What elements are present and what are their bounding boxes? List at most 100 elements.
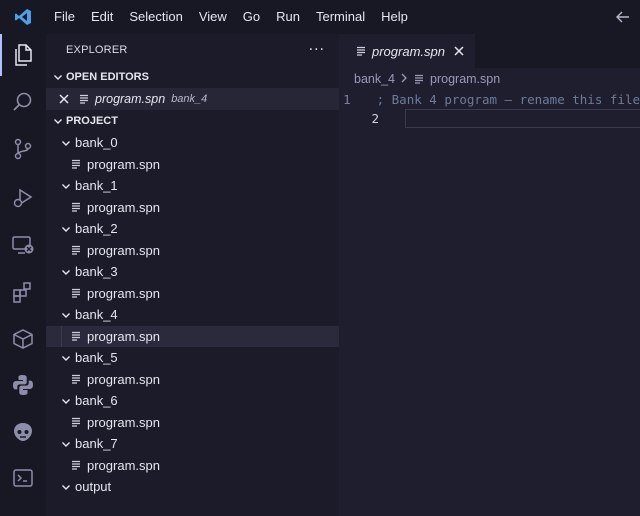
file-lines-icon [355,45,367,57]
folder-label: bank_3 [75,264,118,280]
more-actions-icon[interactable]: ··· [309,42,325,58]
file-bank-1-program[interactable]: program.spn [46,197,339,219]
file-lines-icon [70,158,82,170]
activity-bar [0,34,46,516]
breadcrumb-file[interactable]: program.spn [430,72,500,86]
code-text: ; Bank 4 program – rename this file [376,92,640,107]
chevron-down-icon [58,135,74,151]
menu-terminal[interactable]: Terminal [308,0,373,34]
chevron-down-icon [58,221,74,237]
chevron-down-icon [58,307,74,323]
folder-bank-0[interactable]: bank_0 [46,132,339,154]
menu-view[interactable]: View [191,0,235,34]
folder-label: bank_7 [75,436,118,452]
chevron-down-icon [58,264,74,280]
file-label: program.spn [87,457,160,473]
code-editor[interactable]: 1 ; Bank 4 program – rename this file 2 [339,90,640,128]
folder-output[interactable]: output [46,476,339,498]
menu-edit[interactable]: Edit [83,0,121,34]
chevron-down-icon [50,113,66,129]
project-label: PROJECT [66,115,118,127]
tab-strip: program.spn [339,34,640,68]
search-icon[interactable] [9,88,37,116]
line-number: 2 [371,111,379,126]
folder-bank-1[interactable]: bank_1 [46,175,339,197]
current-line-highlight [405,109,640,128]
file-label: program.spn [87,156,160,172]
file-lines-icon [413,73,425,85]
active-indicator [0,34,2,76]
remote-explorer-icon[interactable] [9,231,37,259]
folder-label: bank_1 [75,178,118,194]
menu-file[interactable]: File [46,0,83,34]
folder-bank-2[interactable]: bank_2 [46,218,339,240]
folder-bank-5[interactable]: bank_5 [46,347,339,369]
folder-label: bank_2 [75,221,118,237]
file-label: program.spn [87,371,160,387]
chevron-down-icon [58,178,74,194]
terminal-icon[interactable] [9,464,37,492]
folder-bank-6[interactable]: bank_6 [46,390,339,412]
platformio-alien-icon[interactable] [9,418,37,446]
file-bank-6-program[interactable]: program.spn [46,412,339,434]
menu-help[interactable]: Help [373,0,416,34]
chevron-down-icon [58,479,74,495]
file-lines-icon [70,416,82,428]
file-bank-0-program[interactable]: program.spn [46,154,339,176]
code-line[interactable]: 1 ; Bank 4 program – rename this file [339,90,640,109]
file-label: program.spn [87,414,160,430]
menu-run[interactable]: Run [268,0,308,34]
file-lines-icon [70,201,82,213]
run-debug-icon[interactable] [9,184,37,212]
file-label: program.spn [87,285,160,301]
file-label: program.spn [87,199,160,215]
explorer-header: EXPLORER ··· [46,34,339,66]
chevron-down-icon [58,436,74,452]
close-icon[interactable] [56,91,72,107]
chevron-down-icon [50,69,66,85]
file-bank-7-program[interactable]: program.spn [46,455,339,477]
chevron-down-icon [58,393,74,409]
breadcrumb: bank_4 program.spn [339,68,640,90]
vscode-logo-icon [0,0,46,34]
tab-label: program.spn [372,43,445,59]
file-lines-icon [70,373,82,385]
folder-bank-3[interactable]: bank_3 [46,261,339,283]
explorer-sidebar: EXPLORER ··· OPEN EDITORS program.spn ba… [46,34,339,516]
package-box-icon[interactable] [9,325,37,353]
menu-go[interactable]: Go [235,0,268,34]
open-editor-folder: bank_4 [171,93,208,105]
file-bank-5-program[interactable]: program.spn [46,369,339,391]
explorer-files-icon[interactable] [9,41,37,69]
folder-bank-4[interactable]: bank_4 [46,304,339,326]
file-bank-4-program[interactable]: program.spn [46,325,339,347]
folder-bank-7[interactable]: bank_7 [46,433,339,455]
open-editors-label: OPEN EDITORS [66,71,149,83]
file-label: program.spn [87,242,160,258]
menu-bar: File Edit Selection View Go Run Terminal… [46,0,416,34]
file-lines-icon [78,93,90,105]
folder-label: bank_6 [75,393,118,409]
project-header[interactable]: PROJECT [46,110,339,132]
folder-label: bank_0 [75,135,118,151]
breadcrumb-folder[interactable]: bank_4 [354,72,395,86]
source-control-icon[interactable] [9,135,37,163]
title-bar: File Edit Selection View Go Run Terminal… [0,0,640,34]
line-number: 1 [343,92,351,107]
folder-label: bank_5 [75,350,118,366]
back-arrow-icon[interactable] [614,8,632,26]
file-lines-icon [70,287,82,299]
file-bank-2-program[interactable]: program.spn [46,240,339,262]
extensions-icon[interactable] [9,278,37,306]
tab-program-spn[interactable]: program.spn [339,34,475,68]
folder-label: bank_4 [75,307,118,323]
file-bank-3-program[interactable]: program.spn [46,283,339,305]
tab-close-icon[interactable] [453,45,465,57]
chevron-right-icon [400,72,408,86]
file-lines-icon [70,459,82,471]
open-editors-header[interactable]: OPEN EDITORS [46,66,339,88]
python-icon[interactable] [9,371,37,399]
open-editor-item[interactable]: program.spn bank_4 [46,88,339,110]
open-editor-filename: program.spn [95,92,166,106]
menu-selection[interactable]: Selection [121,0,190,34]
